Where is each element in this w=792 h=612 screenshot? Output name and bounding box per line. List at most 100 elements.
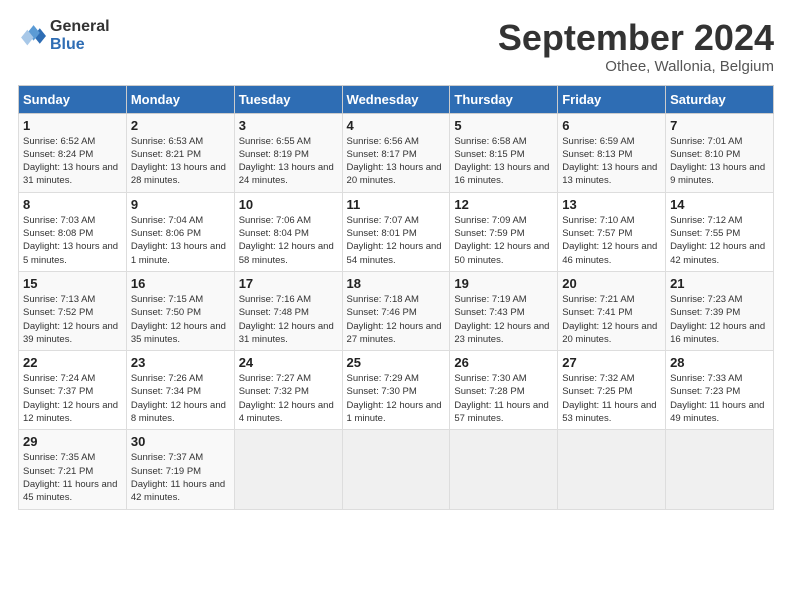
calendar-row-5: 29 Sunrise: 7:35 AM Sunset: 7:21 PM Dayl… xyxy=(19,430,774,509)
calendar-cell: 10 Sunrise: 7:06 AM Sunset: 8:04 PM Dayl… xyxy=(234,192,342,271)
calendar-cell xyxy=(234,430,342,509)
calendar-cell: 12 Sunrise: 7:09 AM Sunset: 7:59 PM Dayl… xyxy=(450,192,558,271)
calendar-cell: 5 Sunrise: 6:58 AM Sunset: 8:15 PM Dayli… xyxy=(450,113,558,192)
logo-icon xyxy=(18,22,46,50)
day-number: 22 xyxy=(23,355,122,370)
day-info: Sunrise: 6:53 AM Sunset: 8:21 PM Dayligh… xyxy=(131,135,230,188)
day-number: 17 xyxy=(239,276,338,291)
calendar-row-3: 15 Sunrise: 7:13 AM Sunset: 7:52 PM Dayl… xyxy=(19,271,774,350)
day-number: 7 xyxy=(670,118,769,133)
day-number: 8 xyxy=(23,197,122,212)
calendar-cell: 9 Sunrise: 7:04 AM Sunset: 8:06 PM Dayli… xyxy=(126,192,234,271)
day-number: 2 xyxy=(131,118,230,133)
calendar-cell: 7 Sunrise: 7:01 AM Sunset: 8:10 PM Dayli… xyxy=(666,113,774,192)
col-saturday: Saturday xyxy=(666,85,774,113)
day-number: 19 xyxy=(454,276,553,291)
day-number: 15 xyxy=(23,276,122,291)
calendar-cell: 26 Sunrise: 7:30 AM Sunset: 7:28 PM Dayl… xyxy=(450,351,558,430)
day-info: Sunrise: 6:58 AM Sunset: 8:15 PM Dayligh… xyxy=(454,135,553,188)
day-number: 18 xyxy=(347,276,446,291)
calendar-cell: 14 Sunrise: 7:12 AM Sunset: 7:55 PM Dayl… xyxy=(666,192,774,271)
day-info: Sunrise: 7:18 AM Sunset: 7:46 PM Dayligh… xyxy=(347,293,446,346)
day-info: Sunrise: 7:27 AM Sunset: 7:32 PM Dayligh… xyxy=(239,372,338,425)
location-subtitle: Othee, Wallonia, Belgium xyxy=(498,58,774,75)
calendar-cell: 28 Sunrise: 7:33 AM Sunset: 7:23 PM Dayl… xyxy=(666,351,774,430)
col-monday: Monday xyxy=(126,85,234,113)
month-title: September 2024 xyxy=(498,18,774,58)
calendar-cell: 29 Sunrise: 7:35 AM Sunset: 7:21 PM Dayl… xyxy=(19,430,127,509)
day-info: Sunrise: 6:56 AM Sunset: 8:17 PM Dayligh… xyxy=(347,135,446,188)
day-number: 21 xyxy=(670,276,769,291)
day-info: Sunrise: 7:06 AM Sunset: 8:04 PM Dayligh… xyxy=(239,214,338,267)
calendar-cell: 24 Sunrise: 7:27 AM Sunset: 7:32 PM Dayl… xyxy=(234,351,342,430)
day-info: Sunrise: 7:13 AM Sunset: 7:52 PM Dayligh… xyxy=(23,293,122,346)
logo-general-text: General xyxy=(50,18,110,36)
day-number: 6 xyxy=(562,118,661,133)
calendar-cell: 15 Sunrise: 7:13 AM Sunset: 7:52 PM Dayl… xyxy=(19,271,127,350)
calendar-cell: 16 Sunrise: 7:15 AM Sunset: 7:50 PM Dayl… xyxy=(126,271,234,350)
calendar-cell xyxy=(666,430,774,509)
col-wednesday: Wednesday xyxy=(342,85,450,113)
day-info: Sunrise: 7:04 AM Sunset: 8:06 PM Dayligh… xyxy=(131,214,230,267)
day-number: 12 xyxy=(454,197,553,212)
calendar-cell: 23 Sunrise: 7:26 AM Sunset: 7:34 PM Dayl… xyxy=(126,351,234,430)
calendar-cell: 27 Sunrise: 7:32 AM Sunset: 7:25 PM Dayl… xyxy=(558,351,666,430)
calendar-cell: 25 Sunrise: 7:29 AM Sunset: 7:30 PM Dayl… xyxy=(342,351,450,430)
col-sunday: Sunday xyxy=(19,85,127,113)
day-info: Sunrise: 6:55 AM Sunset: 8:19 PM Dayligh… xyxy=(239,135,338,188)
calendar-row-4: 22 Sunrise: 7:24 AM Sunset: 7:37 PM Dayl… xyxy=(19,351,774,430)
page: General Blue September 2024 Othee, Wallo… xyxy=(0,0,792,520)
day-number: 28 xyxy=(670,355,769,370)
day-info: Sunrise: 6:59 AM Sunset: 8:13 PM Dayligh… xyxy=(562,135,661,188)
calendar-row-1: 1 Sunrise: 6:52 AM Sunset: 8:24 PM Dayli… xyxy=(19,113,774,192)
day-number: 20 xyxy=(562,276,661,291)
calendar-cell: 18 Sunrise: 7:18 AM Sunset: 7:46 PM Dayl… xyxy=(342,271,450,350)
day-info: Sunrise: 7:07 AM Sunset: 8:01 PM Dayligh… xyxy=(347,214,446,267)
calendar-row-2: 8 Sunrise: 7:03 AM Sunset: 8:08 PM Dayli… xyxy=(19,192,774,271)
day-number: 3 xyxy=(239,118,338,133)
day-number: 29 xyxy=(23,434,122,449)
header-row: Sunday Monday Tuesday Wednesday Thursday… xyxy=(19,85,774,113)
calendar-cell: 3 Sunrise: 6:55 AM Sunset: 8:19 PM Dayli… xyxy=(234,113,342,192)
day-number: 11 xyxy=(347,197,446,212)
calendar-cell: 17 Sunrise: 7:16 AM Sunset: 7:48 PM Dayl… xyxy=(234,271,342,350)
day-number: 23 xyxy=(131,355,230,370)
calendar-cell: 11 Sunrise: 7:07 AM Sunset: 8:01 PM Dayl… xyxy=(342,192,450,271)
day-info: Sunrise: 7:09 AM Sunset: 7:59 PM Dayligh… xyxy=(454,214,553,267)
calendar-cell: 4 Sunrise: 6:56 AM Sunset: 8:17 PM Dayli… xyxy=(342,113,450,192)
day-info: Sunrise: 7:15 AM Sunset: 7:50 PM Dayligh… xyxy=(131,293,230,346)
day-number: 5 xyxy=(454,118,553,133)
day-info: Sunrise: 7:29 AM Sunset: 7:30 PM Dayligh… xyxy=(347,372,446,425)
col-tuesday: Tuesday xyxy=(234,85,342,113)
day-info: Sunrise: 7:01 AM Sunset: 8:10 PM Dayligh… xyxy=(670,135,769,188)
calendar-cell xyxy=(450,430,558,509)
col-friday: Friday xyxy=(558,85,666,113)
calendar-cell: 1 Sunrise: 6:52 AM Sunset: 8:24 PM Dayli… xyxy=(19,113,127,192)
calendar-cell: 8 Sunrise: 7:03 AM Sunset: 8:08 PM Dayli… xyxy=(19,192,127,271)
day-info: Sunrise: 7:37 AM Sunset: 7:19 PM Dayligh… xyxy=(131,451,230,504)
col-thursday: Thursday xyxy=(450,85,558,113)
day-info: Sunrise: 7:33 AM Sunset: 7:23 PM Dayligh… xyxy=(670,372,769,425)
day-info: Sunrise: 7:24 AM Sunset: 7:37 PM Dayligh… xyxy=(23,372,122,425)
day-number: 24 xyxy=(239,355,338,370)
logo-text: General Blue xyxy=(50,18,110,53)
header: General Blue September 2024 Othee, Wallo… xyxy=(18,18,774,75)
day-info: Sunrise: 7:32 AM Sunset: 7:25 PM Dayligh… xyxy=(562,372,661,425)
day-number: 26 xyxy=(454,355,553,370)
logo: General Blue xyxy=(18,18,110,53)
calendar-cell: 22 Sunrise: 7:24 AM Sunset: 7:37 PM Dayl… xyxy=(19,351,127,430)
calendar-cell: 13 Sunrise: 7:10 AM Sunset: 7:57 PM Dayl… xyxy=(558,192,666,271)
logo-blue-text: Blue xyxy=(50,36,110,54)
day-number: 4 xyxy=(347,118,446,133)
day-number: 1 xyxy=(23,118,122,133)
calendar-cell: 6 Sunrise: 6:59 AM Sunset: 8:13 PM Dayli… xyxy=(558,113,666,192)
calendar-cell: 30 Sunrise: 7:37 AM Sunset: 7:19 PM Dayl… xyxy=(126,430,234,509)
day-number: 25 xyxy=(347,355,446,370)
day-info: Sunrise: 7:19 AM Sunset: 7:43 PM Dayligh… xyxy=(454,293,553,346)
calendar-cell xyxy=(558,430,666,509)
calendar-cell: 2 Sunrise: 6:53 AM Sunset: 8:21 PM Dayli… xyxy=(126,113,234,192)
calendar-cell xyxy=(342,430,450,509)
day-info: Sunrise: 7:23 AM Sunset: 7:39 PM Dayligh… xyxy=(670,293,769,346)
day-number: 9 xyxy=(131,197,230,212)
day-info: Sunrise: 7:10 AM Sunset: 7:57 PM Dayligh… xyxy=(562,214,661,267)
